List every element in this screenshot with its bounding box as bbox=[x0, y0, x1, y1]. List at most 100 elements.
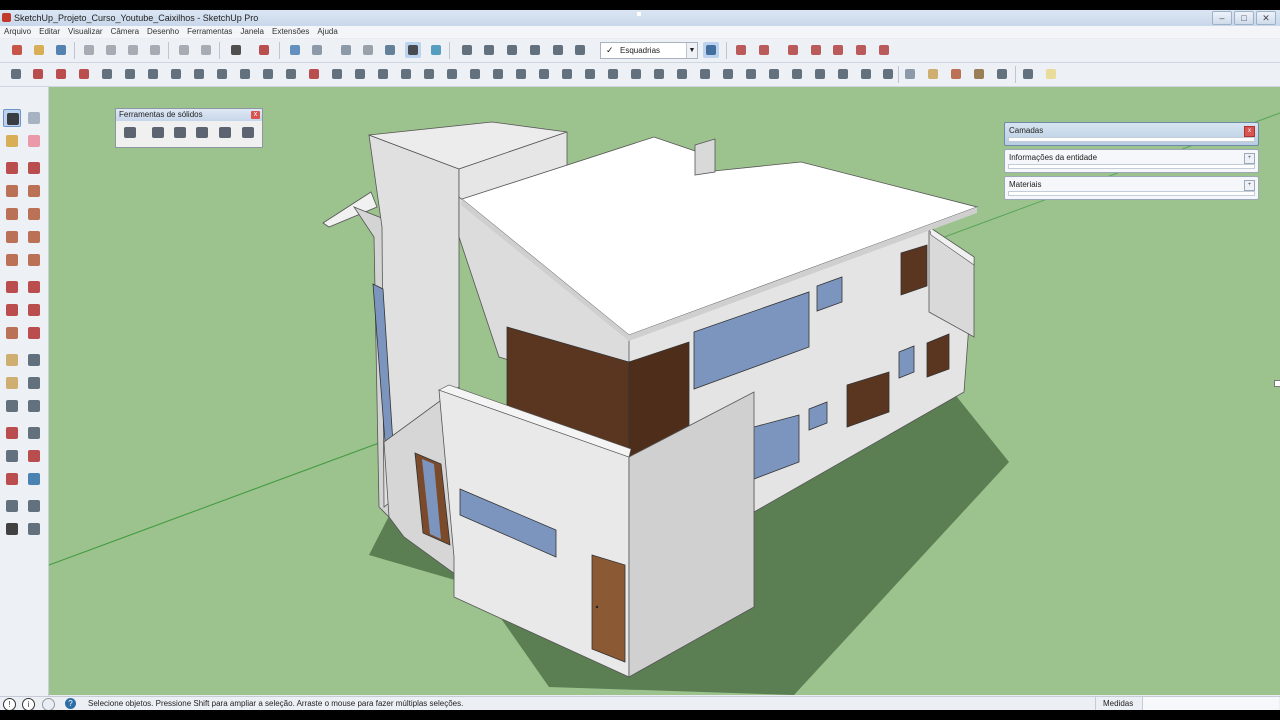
maximize-button[interactable]: □ bbox=[1234, 11, 1254, 25]
trim-icon[interactable] bbox=[217, 125, 233, 141]
freehand-tool-icon[interactable] bbox=[25, 159, 43, 177]
copy-icon[interactable] bbox=[103, 42, 119, 58]
section-display-icon[interactable] bbox=[756, 42, 772, 58]
layout-icon[interactable] bbox=[1020, 66, 1036, 82]
send-to-layout-icon[interactable] bbox=[1043, 66, 1059, 82]
menu-camera[interactable]: Câmera bbox=[107, 26, 143, 38]
section-plane-tool-icon[interactable] bbox=[25, 520, 43, 538]
menu-extensoes[interactable]: Extensões bbox=[268, 26, 313, 38]
extension-icon[interactable] bbox=[628, 66, 644, 82]
extension-icon[interactable] bbox=[352, 66, 368, 82]
expand-icon[interactable]: + bbox=[1244, 153, 1255, 164]
move-tool-icon[interactable] bbox=[3, 278, 21, 296]
style-dropdown[interactable]: ✓ Esquadrias ▼ bbox=[600, 42, 698, 59]
offset-tool-icon[interactable] bbox=[25, 324, 43, 342]
axes-tool-icon[interactable] bbox=[3, 397, 21, 415]
look-around-icon[interactable] bbox=[25, 497, 43, 515]
menu-arquivo[interactable]: Arquivo bbox=[0, 26, 35, 38]
extension-icon[interactable] bbox=[237, 66, 253, 82]
extension-icon[interactable] bbox=[490, 66, 506, 82]
extension-icon[interactable] bbox=[536, 66, 552, 82]
right-view-icon[interactable] bbox=[527, 42, 543, 58]
extension-icon[interactable] bbox=[306, 66, 322, 82]
extension-icon[interactable] bbox=[375, 66, 391, 82]
erase-selection-icon[interactable] bbox=[147, 42, 163, 58]
protractor-icon[interactable] bbox=[3, 374, 21, 392]
axes-icon[interactable] bbox=[8, 66, 24, 82]
intersect-icon[interactable] bbox=[168, 66, 184, 82]
sandbox-contours-icon[interactable] bbox=[785, 42, 801, 58]
paint-bucket-tool-icon[interactable] bbox=[3, 132, 21, 150]
zoom-tool-icon[interactable] bbox=[3, 447, 21, 465]
extension-icon[interactable] bbox=[398, 66, 414, 82]
menu-editar[interactable]: Editar bbox=[35, 26, 64, 38]
zoom-window-icon[interactable] bbox=[25, 447, 43, 465]
extension-icon[interactable] bbox=[582, 66, 598, 82]
wireframe-icon[interactable] bbox=[338, 42, 354, 58]
expand-icon[interactable]: + bbox=[1244, 180, 1255, 191]
extension-icon[interactable] bbox=[421, 66, 437, 82]
monochrome-icon[interactable] bbox=[428, 42, 444, 58]
tray-resize-handle[interactable] bbox=[1274, 380, 1280, 387]
style-settings-icon[interactable] bbox=[703, 42, 719, 58]
components-icon[interactable] bbox=[925, 66, 941, 82]
follow-me-tool-icon[interactable] bbox=[25, 301, 43, 319]
geolocation-icon[interactable] bbox=[42, 698, 55, 710]
circle-tool-icon[interactable] bbox=[3, 205, 21, 223]
intersect-solid-icon[interactable] bbox=[150, 125, 166, 141]
back-edges-icon[interactable] bbox=[309, 42, 325, 58]
rectangle-tool-icon[interactable] bbox=[3, 182, 21, 200]
open-file-icon[interactable] bbox=[31, 42, 47, 58]
tray-camadas[interactable]: Camadas x bbox=[1004, 122, 1259, 146]
eraser-tool-icon[interactable] bbox=[25, 132, 43, 150]
extension-icon[interactable] bbox=[214, 66, 230, 82]
menu-ferramentas[interactable]: Ferramentas bbox=[183, 26, 236, 38]
rotated-rectangle-icon[interactable] bbox=[25, 182, 43, 200]
previous-view-icon[interactable] bbox=[25, 470, 43, 488]
two-point-arc-icon[interactable] bbox=[25, 228, 43, 246]
front-view-icon[interactable] bbox=[504, 42, 520, 58]
pan-tool-icon[interactable] bbox=[25, 424, 43, 442]
three-point-arc-icon[interactable] bbox=[3, 251, 21, 269]
warehouse-icon[interactable] bbox=[902, 66, 918, 82]
model-info-icon[interactable] bbox=[256, 42, 272, 58]
tray-materiais[interactable]: Materiais + bbox=[1004, 176, 1259, 200]
save-icon[interactable] bbox=[53, 42, 69, 58]
zoom-extents-icon[interactable] bbox=[3, 470, 21, 488]
split-icon[interactable] bbox=[240, 125, 256, 141]
polygon-tool-icon[interactable] bbox=[25, 205, 43, 223]
close-icon[interactable]: x bbox=[251, 111, 260, 119]
extension-icon[interactable] bbox=[329, 66, 345, 82]
3d-text-icon[interactable] bbox=[25, 397, 43, 415]
push-pull-tool-icon[interactable] bbox=[25, 278, 43, 296]
extension-icon[interactable] bbox=[674, 66, 690, 82]
iso-view-icon[interactable] bbox=[459, 42, 475, 58]
pie-tool-icon[interactable] bbox=[25, 251, 43, 269]
info-icon[interactable]: i bbox=[22, 698, 35, 710]
extension-icon[interactable] bbox=[766, 66, 782, 82]
section-plane-icon[interactable] bbox=[733, 42, 749, 58]
extension-warehouse-icon[interactable] bbox=[994, 66, 1010, 82]
close-window-button[interactable]: ✕ bbox=[1256, 11, 1276, 25]
share-model-icon[interactable] bbox=[948, 66, 964, 82]
shaded-icon[interactable] bbox=[382, 42, 398, 58]
orbit-tool-icon[interactable] bbox=[3, 424, 21, 442]
materials-icon[interactable] bbox=[971, 66, 987, 82]
smoove-icon[interactable] bbox=[830, 42, 846, 58]
extension-icon[interactable] bbox=[283, 66, 299, 82]
cut-icon[interactable] bbox=[81, 42, 97, 58]
extension-icon[interactable] bbox=[789, 66, 805, 82]
extension-icon[interactable] bbox=[880, 66, 896, 82]
walk-tool-icon[interactable] bbox=[3, 520, 21, 538]
stamp-icon[interactable] bbox=[853, 42, 869, 58]
extension-icon[interactable] bbox=[605, 66, 621, 82]
text-tool-icon[interactable] bbox=[25, 374, 43, 392]
select-tool-icon[interactable] bbox=[3, 109, 21, 127]
extension-icon[interactable] bbox=[467, 66, 483, 82]
xray-icon[interactable] bbox=[287, 42, 303, 58]
paint-bucket-icon[interactable] bbox=[53, 66, 69, 82]
chevron-down-icon[interactable]: ▼ bbox=[686, 43, 697, 58]
dimension-tool-icon[interactable] bbox=[25, 351, 43, 369]
top-view-icon[interactable] bbox=[481, 42, 497, 58]
subtract-icon[interactable] bbox=[194, 125, 210, 141]
